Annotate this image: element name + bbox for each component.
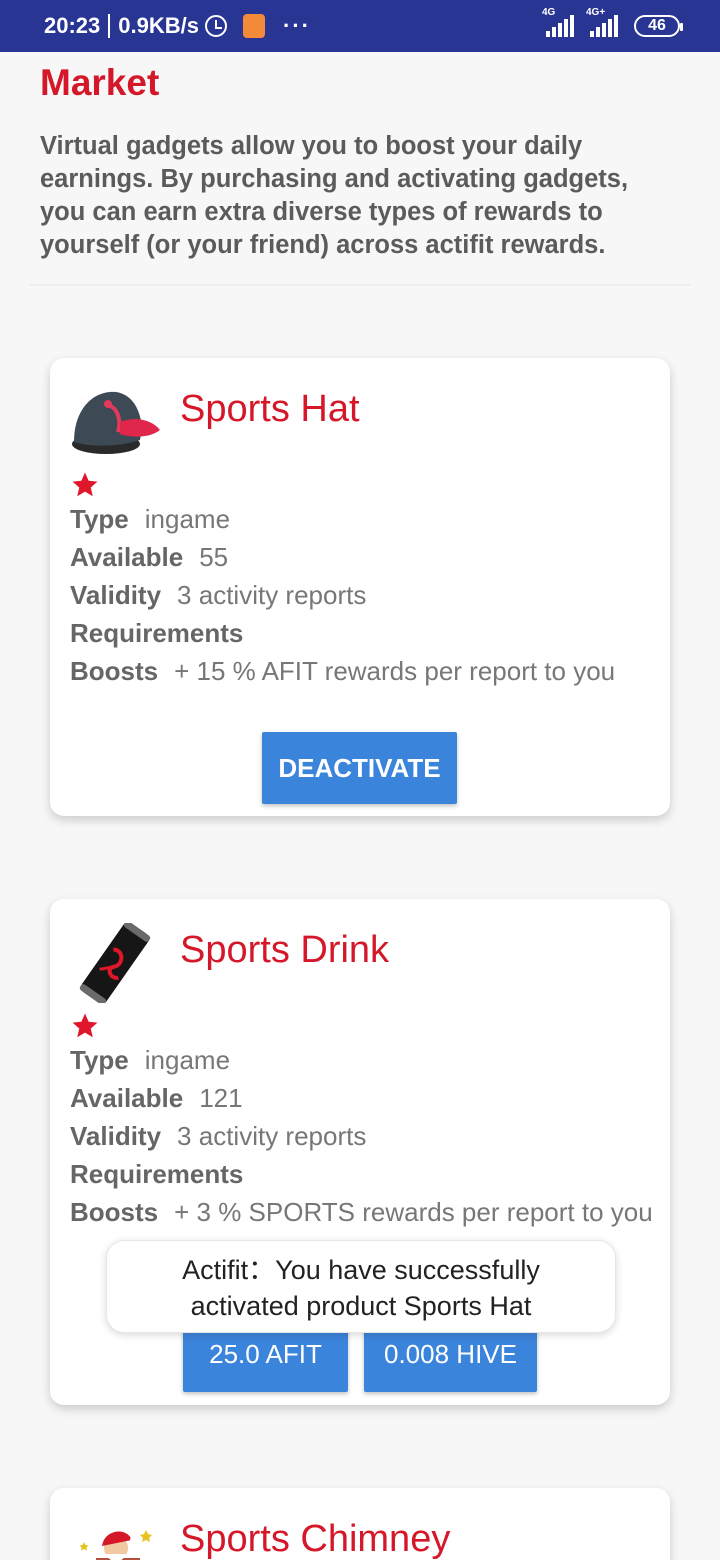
product-card-sports-hat: Sports Hat Type ingame Available 55 Validi… <box>50 358 670 816</box>
toast-line-2: activated product Sports Hat <box>190 1291 532 1321</box>
buy-price: 25.0 AFIT <box>209 1339 322 1369</box>
detail-row-boosts: Boosts + 3 % SPORTS rewards per report to… <box>70 1197 653 1227</box>
deactivate-button[interactable]: DEACTIVATE <box>262 732 457 804</box>
detail-row-validity: Validity 3 activity reports <box>70 1121 367 1151</box>
product-details: Type ingame Available 55 Validity 3 activit… <box>70 500 660 690</box>
status-separator <box>108 14 111 38</box>
star-icon <box>72 472 98 497</box>
toast-notification: Actifit：You have successfully activated … <box>106 1240 616 1333</box>
detail-row-type: Type ingame <box>70 504 231 534</box>
detail-row-requirements: Requirements <box>70 1159 244 1189</box>
buy-price: 0.008 HIVE <box>384 1339 517 1369</box>
status-time: 20:23 <box>44 13 101 38</box>
notification-app-icon <box>243 14 265 38</box>
signal-sim1-icon: 4G <box>542 7 574 37</box>
signal-sim2-icon: 4G+ <box>586 7 618 37</box>
sports-cap-icon <box>72 391 160 454</box>
product-title: Sports Chimney <box>180 1518 451 1560</box>
detail-row-validity: Validity 3 activity reports <box>70 580 367 610</box>
detail-row-type: Type ingame <box>70 1045 231 1075</box>
product-title: Sports Drink <box>180 929 390 971</box>
product-details: Type ingame Available 121 Validity 3 activi… <box>70 1041 660 1231</box>
product-card-sports-chimney: Sports Chimney <box>50 1488 670 1560</box>
detail-row-available: Available 121 <box>70 1083 243 1113</box>
detail-row-boosts: Boosts + 15 % AFIT rewards per report to … <box>70 656 616 686</box>
market-description: Virtual gadgets allow you to boost your … <box>40 132 629 259</box>
detail-row-requirements: Requirements <box>70 618 244 648</box>
status-bar: 20:23 0.9KB/s ··· 4G 4G+ 46 <box>0 0 720 52</box>
more-notifications-icon: ··· <box>283 13 311 38</box>
star-icon <box>72 1013 98 1038</box>
page-title: Market <box>40 62 160 103</box>
divider <box>30 284 690 286</box>
battery-level: 46 <box>648 17 666 34</box>
battery-icon: 46 <box>634 15 683 37</box>
santa-chimney-icon <box>79 1530 152 1560</box>
energy-drink-can-icon <box>79 923 151 1003</box>
network-speed: 0.9KB/s <box>118 13 199 38</box>
detail-row-available: Available 55 <box>70 542 229 572</box>
product-title: Sports Hat <box>180 388 360 430</box>
alarm-icon <box>205 15 227 37</box>
toast-line-1: Actifit：You have successfully <box>182 1255 540 1285</box>
